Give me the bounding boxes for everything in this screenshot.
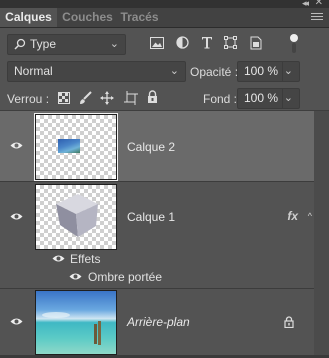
shape-filter-icon[interactable]	[224, 36, 237, 49]
layer-name[interactable]: Calque 2	[127, 140, 175, 154]
close-panel-icon[interactable]: ✕	[315, 0, 323, 8]
smart-object-filter-icon[interactable]	[250, 36, 262, 50]
chevron-down-icon: ⌄	[169, 65, 179, 77]
layer-lock-icon	[284, 316, 294, 328]
tab-calques[interactable]: Calques	[0, 8, 57, 27]
visibility-eye-icon[interactable]	[69, 272, 82, 281]
effect-row-drop-shadow[interactable]: Ombre portée	[0, 268, 314, 286]
chevron-down-icon: ⌄	[109, 38, 119, 50]
layer-name[interactable]: Arrière-plan	[127, 315, 190, 329]
layer-row-calque-1[interactable]: Calque 1 fx ^ Effets Ombre portée	[0, 182, 314, 289]
visibility-eye-icon[interactable]	[52, 254, 65, 263]
lock-transparency-icon[interactable]	[58, 92, 70, 104]
chevron-down-icon[interactable]: ⌄	[284, 64, 293, 77]
lock-position-icon[interactable]	[100, 91, 114, 105]
fill-label: Fond :	[203, 92, 238, 106]
layers-scrollbar[interactable]	[314, 111, 329, 358]
effect-name: Ombre portée	[88, 270, 163, 284]
lock-artboard-icon[interactable]	[124, 91, 138, 105]
blend-mode-value: Normal	[14, 64, 53, 78]
blend-mode-select[interactable]: Normal ⌄	[7, 61, 186, 82]
layer-name[interactable]: Calque 1	[127, 210, 175, 224]
layer-effects-fx-icon[interactable]: fx	[287, 209, 298, 223]
lock-all-icon[interactable]	[147, 90, 158, 104]
filter-toggle[interactable]	[289, 34, 299, 54]
panel-menu-icon[interactable]	[311, 11, 323, 23]
layer-thumbnail	[35, 290, 117, 355]
layer-row-background[interactable]: Arrière-plan	[0, 289, 314, 355]
panel-top-bar: ◂◂ ✕	[0, 0, 329, 8]
layer-row-calque-2[interactable]: Calque 2	[0, 111, 314, 182]
cube-shape	[56, 194, 98, 237]
chevron-down-icon[interactable]: ⌄	[284, 91, 293, 104]
beach-posts-image	[42, 312, 101, 345]
visibility-eye-icon[interactable]	[10, 317, 23, 326]
lock-label: Verrou :	[7, 92, 50, 106]
type-filter-icon[interactable]	[201, 36, 213, 49]
adjustment-filter-icon[interactable]	[176, 36, 189, 49]
image-filter-icon[interactable]	[150, 37, 164, 49]
layer-thumbnail	[35, 184, 117, 250]
opacity-field[interactable]: 100 % ⌄	[237, 61, 300, 82]
effects-label: Effets	[70, 252, 101, 266]
tab-couches[interactable]: Couches	[59, 8, 116, 27]
visibility-eye-icon[interactable]	[10, 141, 23, 150]
opacity-value: 100 %	[244, 64, 279, 78]
panel-tabs: Calques Couches Tracés	[0, 8, 329, 28]
fill-field[interactable]: 100 % ⌄	[237, 88, 300, 109]
visibility-eye-icon[interactable]	[10, 212, 23, 221]
layer-thumbnail	[34, 113, 118, 181]
layer-filter-select[interactable]: Type ⌄	[7, 34, 126, 55]
filter-kind-label: Type	[30, 37, 57, 51]
search-icon	[14, 38, 26, 50]
tab-traces[interactable]: Tracés	[118, 8, 161, 27]
fill-value: 100 %	[244, 91, 279, 105]
lock-image-icon[interactable]	[79, 91, 92, 105]
collapse-effects-chevron-icon[interactable]: ^	[308, 211, 312, 221]
effects-row[interactable]: Effets	[0, 250, 314, 268]
layer-thumbnail-image	[58, 139, 80, 153]
opacity-label: Opacité :	[190, 65, 239, 79]
